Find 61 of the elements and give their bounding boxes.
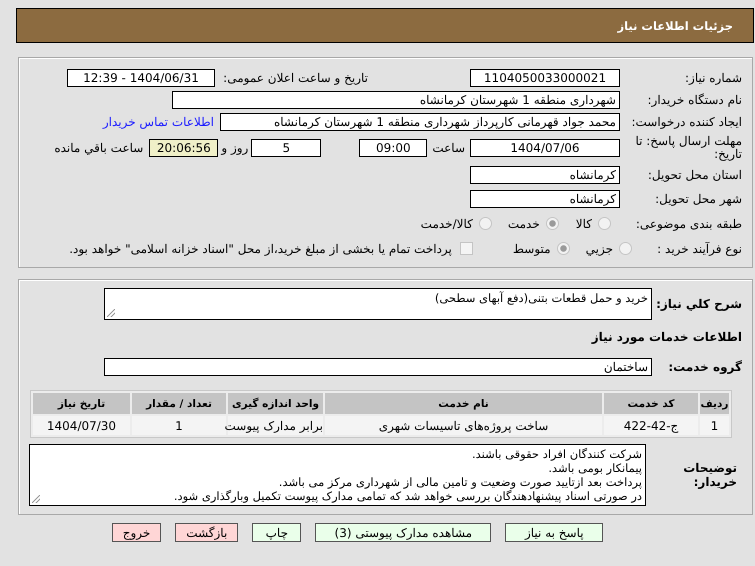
action-button[interactable]: پاسخ به نیاز — [505, 523, 604, 542]
radio-button[interactable] — [556, 242, 570, 255]
city-field: کرمانشاه — [470, 190, 620, 208]
field-label: ایجاد کننده درخواست: — [630, 115, 742, 129]
action-button[interactable]: چاپ — [252, 523, 302, 542]
resize-grip-icon[interactable] — [107, 309, 115, 317]
buyer-org-field: شهرداری منطقه 1 شهرستان کرمانشاه — [172, 91, 620, 109]
buyer-notes-textarea[interactable]: شرکت کنندگان افراد حقوقی باشند. پیمانکار بومی باشد. پرداخت بعد ازتایید صورت وضعیت و تامین مالی از شهرداری مرکز می باشد. در صورتی اسناد پیشنهادهندگان بررسی خواهد شد که تمامی مدارک پیوست تکمیل وبارگذاری شود. — [29, 444, 646, 506]
table-cell: ج-42-422 — [604, 416, 698, 435]
field-label: نوع فرآیند خرید : — [656, 242, 742, 256]
days-field: 5 — [251, 139, 322, 157]
field-label: تاریخ و ساعت اعلان عمومی: — [222, 71, 368, 85]
table-cell: ساخت پروژه‌های تاسیسات شهری — [325, 416, 602, 435]
radio-button[interactable] — [619, 242, 632, 255]
exit-button[interactable]: بازگشت — [175, 523, 238, 542]
creator-field: محمد جواد قهرمانی کارپرداز شهرداری منطقه 1 شهرستان کرمانشاه — [220, 113, 620, 131]
radio-button[interactable] — [546, 217, 559, 230]
radio-label: متوسط — [512, 242, 551, 256]
province-field: کرمانشاه — [470, 166, 620, 184]
table-cell: 1 — [700, 416, 729, 435]
field-label: طبقه بندی موضوعی: — [634, 216, 742, 230]
exit-button[interactable]: خروج — [112, 523, 162, 542]
page-title: جزئیات اطلاعات نیاز — [617, 18, 733, 32]
section-heading: اطلاعات خدمات مورد نیاز — [592, 330, 742, 344]
field-label: شرح کلي نیاز: — [655, 297, 742, 311]
deadline-date-field: 1404/07/06 — [470, 139, 620, 157]
column-header: تاریخ نیاز — [33, 393, 130, 414]
field-label: نام دستگاه خریدار: — [646, 93, 742, 107]
field-label: گروه خدمت: — [667, 360, 742, 374]
checkbox[interactable] — [460, 242, 473, 255]
table-cell: 1 — [132, 416, 226, 435]
announce-date-field: 1404/06/31 - 12:39 — [67, 69, 215, 87]
radio-button[interactable] — [478, 217, 492, 230]
field-label: استان محل تحویل: — [646, 168, 742, 182]
field-label: شهر محل تحویل: — [654, 192, 742, 206]
table-cell: 1404/07/30 — [33, 416, 130, 435]
radio-button[interactable] — [598, 217, 611, 230]
action-button[interactable]: مشاهده مدارک پیوستی (3) — [315, 523, 492, 542]
column-header: نام خدمت — [325, 393, 602, 414]
summary-textarea[interactable]: خرید و حمل قطعات بتنی(دفع آبهای سطحی) — [104, 288, 652, 320]
radio-label: کالا — [576, 216, 592, 230]
remaining-label: ساعت باقي مانده — [54, 141, 144, 155]
radio-label: خدمت — [508, 216, 540, 230]
field-label: شماره نیاز: — [684, 71, 742, 85]
column-header: کد خدمت — [604, 393, 698, 414]
field-label: توضیحات خریدار: — [682, 461, 738, 489]
need-number-field: 1104050033000021 — [470, 69, 620, 87]
column-header: تعداد / مقدار — [132, 393, 226, 414]
radio-label: کالا/خدمت — [420, 216, 473, 230]
buyer-contact-link[interactable]: اطلاعات تماس خریدار — [102, 115, 214, 129]
service-group-field: ساختمان — [104, 358, 652, 376]
radio-label: جزیي — [586, 242, 613, 256]
days-label: روز و — [221, 141, 248, 155]
column-header: ردیف — [700, 393, 729, 414]
field-label: مهلت ارسال پاسخ: تا تاریخ: — [634, 135, 742, 161]
remaining-time-field: 20:06:56 — [149, 139, 218, 157]
column-header: واحد اندازه گیری — [228, 393, 323, 414]
treasury-note: پرداخت تمام یا بخشی از مبلغ خرید،از محل "اسناد خزانه اسلامی" خواهد بود. — [69, 242, 452, 256]
time-label: ساعت — [432, 141, 465, 155]
deadline-time-field: 09:00 — [359, 139, 428, 157]
resize-grip-icon[interactable] — [32, 495, 40, 503]
